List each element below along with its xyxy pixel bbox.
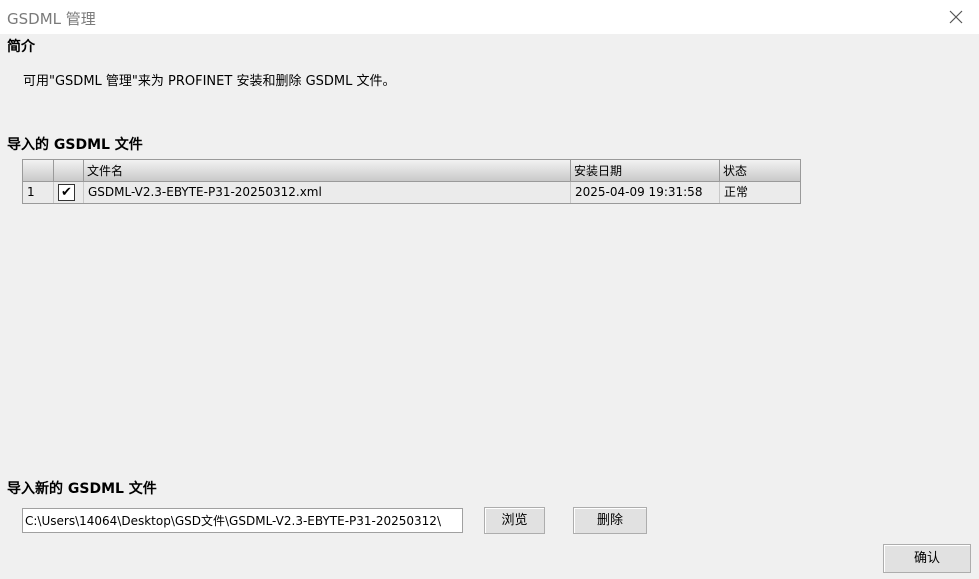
column-header-install-date[interactable]: 安装日期 xyxy=(571,160,720,181)
row-checkbox[interactable]: ✔ xyxy=(58,184,75,201)
gsdml-file-grid: 文件名 安装日期 状态 1 ✔ GSDML-V2.3-EBYTE-P31-202… xyxy=(22,159,801,204)
title-bar: GSDML 管理 xyxy=(0,0,979,34)
intro-text: 可用"GSDML 管理"来为 PROFINET 安装和删除 GSDML 文件。 xyxy=(23,74,396,89)
gsdml-path-input[interactable] xyxy=(22,508,463,533)
row-checkbox-cell: ✔ xyxy=(54,182,84,203)
close-icon xyxy=(949,10,963,24)
column-header-check xyxy=(54,160,84,181)
column-header-filename[interactable]: 文件名 xyxy=(84,160,571,181)
grid-header: 文件名 安装日期 状态 xyxy=(23,160,800,182)
delete-button[interactable]: 删除 xyxy=(573,507,647,534)
column-header-status[interactable]: 状态 xyxy=(720,160,800,181)
imported-heading: 导入的 GSDML 文件 xyxy=(7,137,143,153)
window-title: GSDML 管理 xyxy=(7,10,96,28)
import-new-heading: 导入新的 GSDML 文件 xyxy=(7,481,157,497)
browse-button[interactable]: 浏览 xyxy=(484,507,545,534)
row-install-date: 2025-04-09 19:31:58 xyxy=(571,182,720,203)
table-row[interactable]: 1 ✔ GSDML-V2.3-EBYTE-P31-20250312.xml 20… xyxy=(23,182,800,203)
column-header-index xyxy=(23,160,54,181)
ok-button[interactable]: 确认 xyxy=(883,544,971,573)
close-button[interactable] xyxy=(933,0,979,34)
row-index: 1 xyxy=(23,182,54,203)
row-status: 正常 xyxy=(724,185,749,199)
row-filename: GSDML-V2.3-EBYTE-P31-20250312.xml xyxy=(84,182,571,203)
intro-heading: 简介 xyxy=(7,39,35,55)
